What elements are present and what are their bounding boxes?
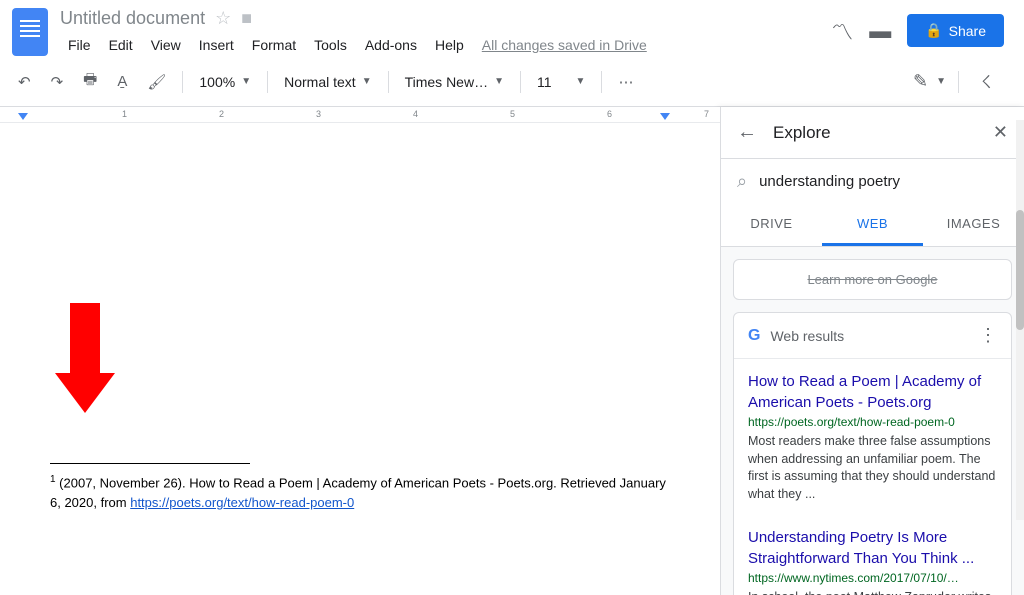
menu-addons[interactable]: Add-ons: [357, 33, 425, 57]
toolbar: ↶ ↷ 🖶 A̱ 🖌 100%▼ Normal text▼ Times New……: [0, 57, 1024, 107]
web-results-label: Web results: [770, 328, 969, 344]
font-size-select[interactable]: 11▼: [529, 70, 593, 94]
print-button[interactable]: 🖶: [75, 63, 105, 100]
menu-view[interactable]: View: [143, 33, 189, 57]
footnote-divider: [50, 463, 250, 464]
tab-images[interactable]: IMAGES: [923, 204, 1024, 246]
web-results-card: G Web results ⋮ How to Read a Poem | Aca…: [733, 312, 1012, 595]
lock-icon: 🔒: [925, 22, 942, 39]
learn-more-text: Learn more on Google: [807, 272, 937, 287]
style-select[interactable]: Normal text▼: [276, 70, 379, 94]
docs-logo-icon[interactable]: [12, 8, 48, 56]
menu-help[interactable]: Help: [427, 33, 472, 57]
search-result[interactable]: How to Read a Poem | Academy of American…: [734, 359, 1011, 515]
separator: [520, 71, 521, 93]
footnote-text[interactable]: 1 (2007, November 26). How to Read a Poe…: [50, 472, 670, 512]
ruler-mark: 3: [316, 109, 321, 119]
menu-file[interactable]: File: [60, 33, 99, 57]
explore-title: Explore: [773, 123, 993, 143]
menu-edit[interactable]: Edit: [101, 33, 141, 57]
ruler-mark: 1: [122, 109, 127, 119]
spellcheck-button[interactable]: A̱: [109, 67, 135, 96]
undo-button[interactable]: ↶: [10, 67, 39, 97]
separator: [958, 71, 959, 93]
indent-marker-right[interactable]: [660, 113, 670, 120]
learn-more-card[interactable]: Learn more on Google: [733, 259, 1012, 300]
star-icon[interactable]: ☆: [215, 8, 231, 29]
separator: [388, 71, 389, 93]
result-url: https://www.nytimes.com/2017/07/10/…: [748, 571, 997, 585]
comment-icon[interactable]: ▬: [869, 18, 891, 44]
scrollbar-thumb[interactable]: [1016, 210, 1024, 330]
separator: [601, 71, 602, 93]
menu-tools[interactable]: Tools: [306, 33, 355, 57]
menu-format[interactable]: Format: [244, 33, 304, 57]
separator: [267, 71, 268, 93]
back-arrow-icon[interactable]: ←: [737, 121, 757, 144]
result-title[interactable]: How to Read a Poem | Academy of American…: [748, 371, 997, 413]
activity-icon[interactable]: 〽: [831, 15, 853, 47]
result-title[interactable]: Understanding Poetry Is More Straightfor…: [748, 527, 997, 569]
folder-icon[interactable]: ■: [241, 8, 252, 29]
menu-insert[interactable]: Insert: [191, 33, 242, 57]
footnote-link[interactable]: https://poets.org/text/how-read-poem-0: [130, 495, 354, 510]
result-url: https://poets.org/text/how-read-poem-0: [748, 415, 997, 429]
scrollbar[interactable]: [1016, 120, 1024, 520]
more-button[interactable]: ⋯: [610, 67, 641, 97]
paint-format-button[interactable]: 🖌: [139, 67, 174, 97]
more-options-icon[interactable]: ⋮: [979, 325, 997, 346]
indent-marker-left[interactable]: [18, 113, 28, 120]
share-button[interactable]: 🔒 Share: [907, 14, 1004, 47]
result-snippet: Most readers make three false assumption…: [748, 433, 997, 503]
share-label: Share: [949, 23, 986, 39]
ruler-mark: 7: [704, 109, 709, 119]
ruler[interactable]: 1 2 3 4 5 6 7: [0, 107, 720, 123]
tab-web[interactable]: WEB: [822, 204, 923, 246]
search-icon: ⌕: [737, 171, 747, 192]
edit-mode-icon[interactable]: ✎: [913, 71, 928, 92]
redo-button[interactable]: ↷: [43, 67, 72, 97]
document-canvas[interactable]: 1 2 3 4 5 6 7 1 (2007, November 26). How…: [0, 107, 720, 595]
google-logo-icon: G: [748, 327, 760, 345]
result-snippet: In school, the poet Matthew Zapruder wri…: [748, 589, 997, 595]
zoom-select[interactable]: 100%▼: [191, 70, 259, 94]
ruler-mark: 5: [510, 109, 515, 119]
search-result[interactable]: Understanding Poetry Is More Straightfor…: [734, 515, 1011, 595]
chevron-down-icon[interactable]: ▼: [936, 76, 946, 87]
separator: [182, 71, 183, 93]
explore-panel: ← Explore ✕ ⌕ understanding poetry DRIVE…: [720, 107, 1024, 595]
ruler-mark: 6: [607, 109, 612, 119]
red-arrow-annotation: [70, 303, 115, 413]
tab-drive[interactable]: DRIVE: [721, 204, 822, 246]
font-select[interactable]: Times New…▼: [397, 70, 512, 94]
collapse-icon[interactable]: ㄑ: [971, 65, 1002, 98]
ruler-mark: 2: [219, 109, 224, 119]
search-input[interactable]: understanding poetry: [759, 173, 1008, 190]
document-title[interactable]: Untitled document: [60, 8, 205, 29]
close-icon[interactable]: ✕: [993, 122, 1008, 143]
save-status[interactable]: All changes saved in Drive: [482, 37, 647, 53]
ruler-mark: 4: [413, 109, 418, 119]
